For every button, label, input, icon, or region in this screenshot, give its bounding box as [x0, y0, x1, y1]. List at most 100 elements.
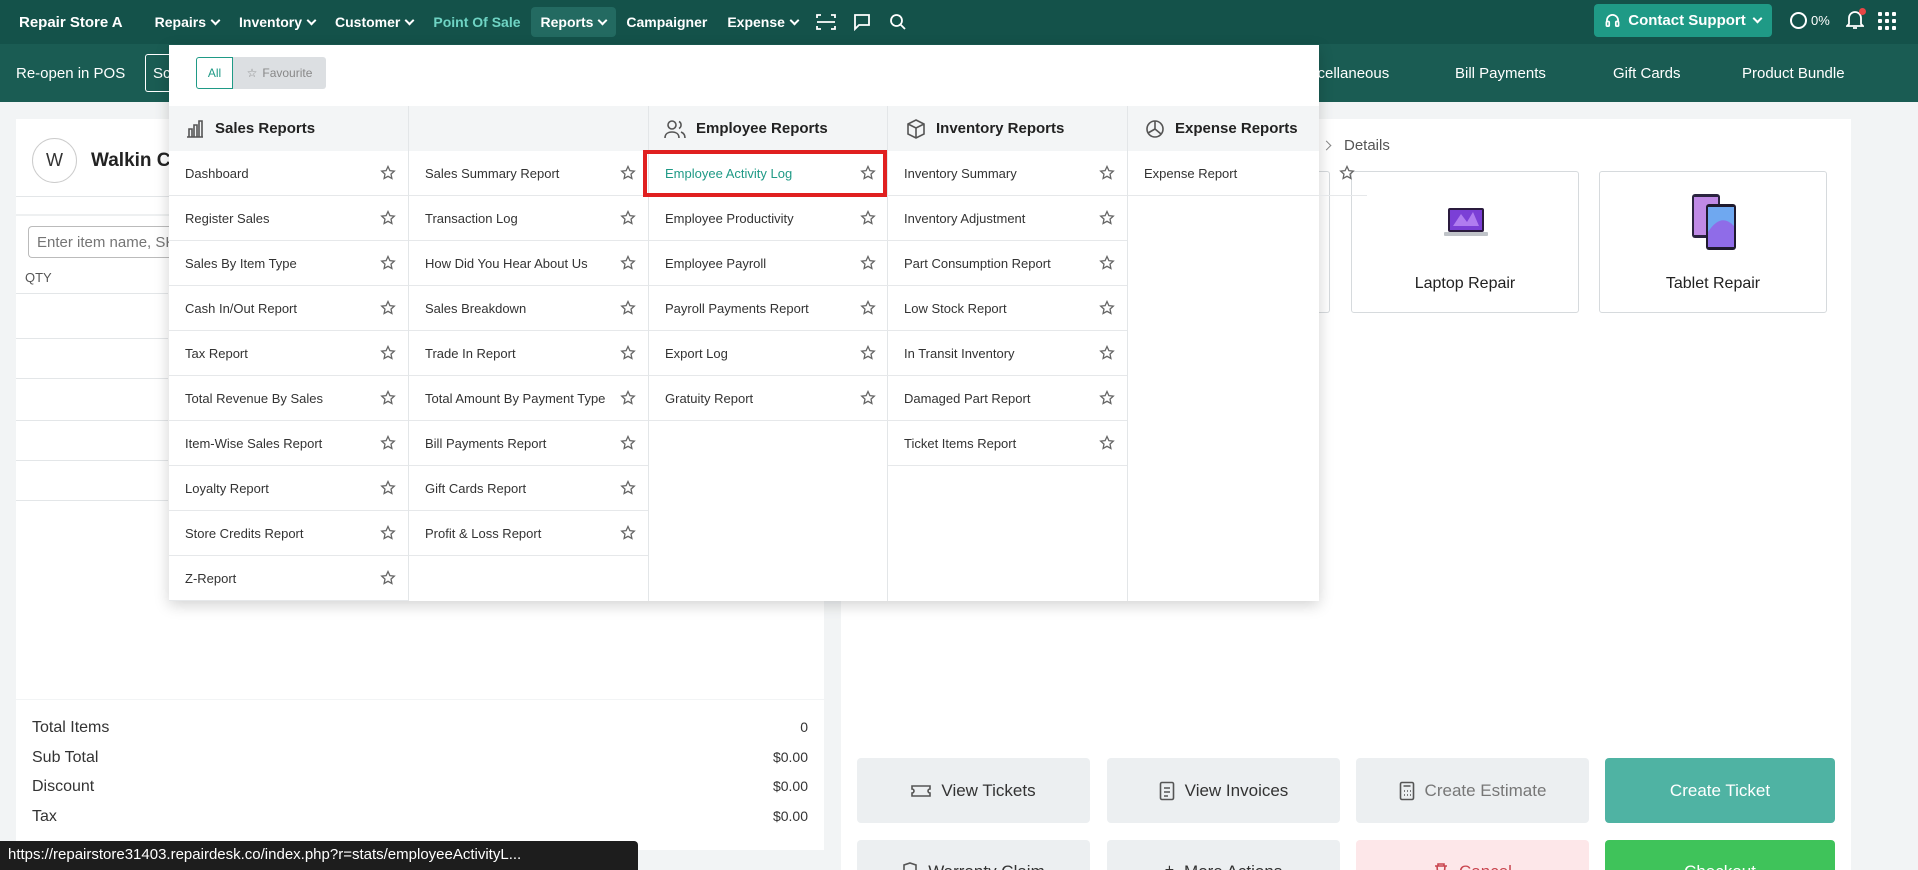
report-item-payroll-payments-report[interactable]: Payroll Payments Report [649, 286, 888, 331]
contact-support-button[interactable]: Contact Support [1594, 4, 1772, 37]
report-item-total-amount-by-payment-type[interactable]: Total Amount By Payment Type [409, 376, 648, 421]
favourite-star-icon[interactable] [620, 434, 636, 454]
cancel-button[interactable]: Cancel [1356, 840, 1589, 870]
report-item-dashboard[interactable]: Dashboard [169, 151, 408, 196]
create-estimate-button[interactable]: Create Estimate [1356, 758, 1589, 823]
tab-miscellaneous[interactable]: scellaneous [1310, 65, 1389, 82]
favourite-star-icon[interactable] [620, 389, 636, 409]
nav-item-customer[interactable]: Customer [325, 7, 423, 37]
apps-grid-icon[interactable] [1878, 12, 1896, 30]
report-item-register-sales[interactable]: Register Sales [169, 196, 408, 241]
report-item-item-wise-sales-report[interactable]: Item-Wise Sales Report [169, 421, 408, 466]
item-search-input[interactable] [28, 226, 188, 258]
nav-item-inventory[interactable]: Inventory [229, 7, 325, 37]
search-icon[interactable] [880, 13, 916, 31]
favourite-star-icon[interactable] [620, 479, 636, 499]
report-item-sales-breakdown[interactable]: Sales Breakdown [409, 286, 648, 331]
favourite-star-icon[interactable] [860, 164, 876, 184]
favourite-star-icon[interactable] [1339, 164, 1355, 184]
favourite-star-icon[interactable] [860, 254, 876, 274]
report-item-total-revenue-by-sales[interactable]: Total Revenue By Sales [169, 376, 408, 421]
favourite-star-icon[interactable] [1099, 389, 1115, 409]
favourite-star-icon[interactable] [380, 524, 396, 544]
favourite-star-icon[interactable] [620, 344, 636, 364]
report-item-in-transit-inventory[interactable]: In Transit Inventory [888, 331, 1127, 376]
tab-gift-cards[interactable]: Gift Cards [1613, 65, 1681, 82]
favourite-star-icon[interactable] [380, 434, 396, 454]
warranty-claim-button[interactable]: Warranty Claim [857, 840, 1090, 870]
customer-selector[interactable]: W Walkin C [16, 138, 171, 183]
report-item-inventory-summary[interactable]: Inventory Summary [888, 151, 1127, 196]
favourite-star-icon[interactable] [620, 299, 636, 319]
filter-all-button[interactable]: All [196, 57, 233, 89]
report-item-sales-summary-report[interactable]: Sales Summary Report [409, 151, 648, 196]
favourite-star-icon[interactable] [860, 344, 876, 364]
favourite-star-icon[interactable] [1099, 299, 1115, 319]
favourite-star-icon[interactable] [380, 479, 396, 499]
report-item-part-consumption-report[interactable]: Part Consumption Report [888, 241, 1127, 286]
nav-item-campaigner[interactable]: Campaigner [616, 7, 717, 37]
setup-progress[interactable]: 0% [1790, 12, 1830, 29]
notifications-bell-icon[interactable] [1844, 8, 1866, 35]
category-card-laptop-repair[interactable]: Laptop Repair [1351, 171, 1579, 313]
favourite-star-icon[interactable] [380, 164, 396, 184]
favourite-star-icon[interactable] [1099, 209, 1115, 229]
favourite-star-icon[interactable] [380, 389, 396, 409]
favourite-star-icon[interactable] [860, 209, 876, 229]
report-item-tax-report[interactable]: Tax Report [169, 331, 408, 376]
favourite-star-icon[interactable] [860, 299, 876, 319]
category-card-tablet-repair[interactable]: Tablet Repair [1599, 171, 1827, 313]
favourite-star-icon[interactable] [620, 209, 636, 229]
report-item-employee-productivity[interactable]: Employee Productivity [649, 196, 888, 241]
report-item-how-did-you-hear-about-us[interactable]: How Did You Hear About Us [409, 241, 648, 286]
report-item-loyalty-report[interactable]: Loyalty Report [169, 466, 408, 511]
filter-favourite-button[interactable]: ☆ Favourite [233, 57, 326, 89]
report-item-export-log[interactable]: Export Log [649, 331, 888, 376]
report-item-expense-report[interactable]: Expense Report [1128, 151, 1367, 196]
favourite-star-icon[interactable] [620, 164, 636, 184]
tab-bill-payments[interactable]: Bill Payments [1455, 65, 1546, 82]
report-item-transaction-log[interactable]: Transaction Log [409, 196, 648, 241]
scan-icon[interactable] [808, 13, 844, 31]
favourite-star-icon[interactable] [620, 524, 636, 544]
chat-icon[interactable] [844, 13, 880, 31]
report-item-profit-loss-report[interactable]: Profit & Loss Report [409, 511, 648, 556]
report-item-cash-in-out-report[interactable]: Cash In/Out Report [169, 286, 408, 331]
report-item-inventory-adjustment[interactable]: Inventory Adjustment [888, 196, 1127, 241]
report-item-employee-payroll[interactable]: Employee Payroll [649, 241, 888, 286]
view-tickets-button[interactable]: View Tickets [857, 758, 1090, 823]
nav-item-point-of-sale[interactable]: Point Of Sale [423, 7, 530, 37]
favourite-star-icon[interactable] [1099, 344, 1115, 364]
favourite-star-icon[interactable] [380, 569, 396, 589]
nav-item-repairs[interactable]: Repairs [145, 7, 229, 37]
nav-item-expense[interactable]: Expense [717, 7, 808, 37]
view-invoices-button[interactable]: View Invoices [1107, 758, 1340, 823]
report-item-trade-in-report[interactable]: Trade In Report [409, 331, 648, 376]
report-item-sales-by-item-type[interactable]: Sales By Item Type [169, 241, 408, 286]
favourite-star-icon[interactable] [380, 299, 396, 319]
nav-item-reports[interactable]: Reports [530, 7, 617, 37]
favourite-star-icon[interactable] [380, 344, 396, 364]
favourite-star-icon[interactable] [380, 254, 396, 274]
report-item-damaged-part-report[interactable]: Damaged Part Report [888, 376, 1127, 421]
report-item-gift-cards-report[interactable]: Gift Cards Report [409, 466, 648, 511]
favourite-star-icon[interactable] [380, 209, 396, 229]
favourite-star-icon[interactable] [860, 389, 876, 409]
tab-product-bundle[interactable]: Product Bundle [1742, 65, 1845, 82]
reopen-in-pos-button[interactable]: Re-open in POS [16, 65, 125, 82]
report-item-gratuity-report[interactable]: Gratuity Report [649, 376, 888, 421]
favourite-star-icon[interactable] [1099, 164, 1115, 184]
report-item-bill-payments-report[interactable]: Bill Payments Report [409, 421, 648, 466]
favourite-star-icon[interactable] [1099, 434, 1115, 454]
favourite-star-icon[interactable] [620, 254, 636, 274]
favourite-star-icon[interactable] [1099, 254, 1115, 274]
more-actions-button[interactable]: + More Actions [1107, 840, 1340, 870]
report-item-ticket-items-report[interactable]: Ticket Items Report [888, 421, 1127, 466]
create-ticket-button[interactable]: Create Ticket [1605, 758, 1835, 823]
report-item-store-credits-report[interactable]: Store Credits Report [169, 511, 408, 556]
report-item-employee-activity-log[interactable]: Employee Activity Log [649, 151, 888, 196]
store-name[interactable]: Repair Store A [19, 14, 123, 31]
checkout-button[interactable]: Checkout [1605, 840, 1835, 870]
report-item-low-stock-report[interactable]: Low Stock Report [888, 286, 1127, 331]
report-item-z-report[interactable]: Z-Report [169, 556, 408, 601]
